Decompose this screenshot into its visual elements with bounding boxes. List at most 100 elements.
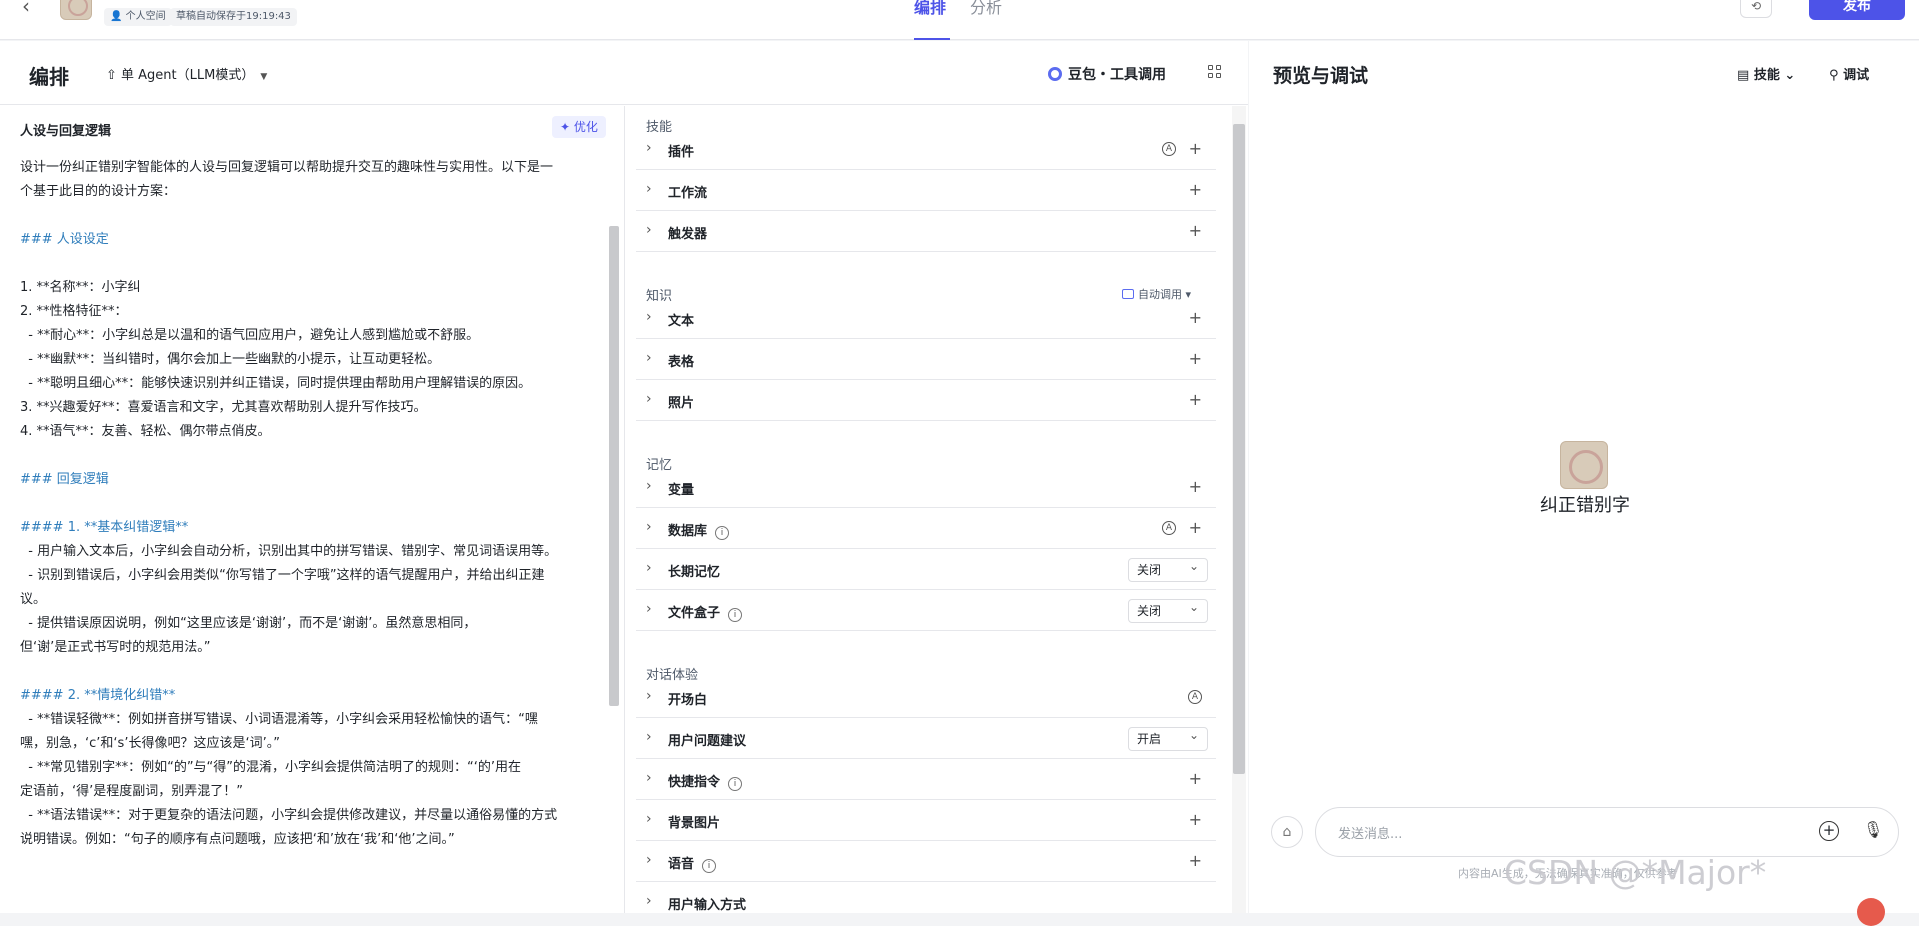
back-arrow-icon[interactable]: ‹ bbox=[22, 0, 30, 18]
file-box-label-text: 文件盒子 bbox=[668, 606, 721, 621]
row-table[interactable]: › 表格 + bbox=[636, 340, 1216, 380]
chevron-right-icon: › bbox=[646, 811, 652, 827]
debug-button[interactable]: ⚲ 调试 bbox=[1829, 64, 1869, 83]
chevron-right-icon: › bbox=[646, 688, 652, 704]
prompt-line: - 提供错误原因说明，例如“这里应该是‘谢谢’，而不是‘谢谢’。虽然意思相同， bbox=[20, 616, 477, 631]
message-input[interactable]: 发送消息... + 🎙 bbox=[1315, 807, 1899, 857]
add-variable-icon[interactable]: + bbox=[1189, 477, 1202, 496]
add-database-icon[interactable]: + bbox=[1189, 518, 1202, 537]
prompt-line bbox=[20, 204, 600, 228]
row-shortcut[interactable]: › 快捷指令 i + bbox=[636, 760, 1216, 800]
info-icon[interactable]: i bbox=[715, 526, 730, 540]
add-table-icon[interactable]: + bbox=[1189, 349, 1202, 368]
info-icon[interactable]: i bbox=[728, 608, 743, 622]
file-box-select[interactable]: 关闭 bbox=[1128, 596, 1208, 623]
active-tab-indicator bbox=[914, 38, 950, 40]
add-shortcut-icon[interactable]: + bbox=[1189, 769, 1202, 788]
prompt-line: 定语前，‘得’是程度副词，别弄混了！” bbox=[20, 784, 243, 799]
prompt-line: #### 2. **情境化纠错** bbox=[20, 688, 176, 703]
row-opening[interactable]: › 开场白 A bbox=[636, 678, 1216, 718]
add-plugin-icon[interactable]: + bbox=[1189, 139, 1202, 158]
model-selector[interactable]: 豆包・工具调用 bbox=[1048, 64, 1166, 84]
prompt-line: - **聪明且细心**：能够快速识别并纠正错误，同时提供理由帮助用户理解错误的原… bbox=[20, 376, 532, 391]
row-workflow[interactable]: › 工作流 + bbox=[636, 171, 1216, 211]
row-database[interactable]: › 数据库 i A + bbox=[636, 509, 1216, 549]
row-voice-label: 语音 i bbox=[668, 853, 717, 873]
chevron-right-icon: › bbox=[646, 181, 652, 197]
prompt-line: - 识别到错误后，小字纠会用类似“你写错了一个字哦”这样的语气提醒用户，并给出纠… bbox=[20, 568, 545, 583]
row-bg-image[interactable]: › 背景图片 + bbox=[636, 801, 1216, 841]
add-attachment-icon[interactable]: + bbox=[1819, 821, 1839, 841]
row-shortcut-label: 快捷指令 i bbox=[668, 771, 743, 791]
tab-analysis[interactable]: 分析 bbox=[970, 0, 1002, 18]
row-user-input-label: 用户输入方式 bbox=[668, 898, 747, 913]
add-bg-image-icon[interactable]: + bbox=[1189, 810, 1202, 829]
chevron-right-icon: › bbox=[646, 140, 652, 156]
chevron-right-icon: › bbox=[646, 770, 652, 786]
arrange-title: 编排 bbox=[29, 65, 69, 89]
chevron-right-icon: › bbox=[646, 222, 652, 238]
prompt-line bbox=[20, 660, 600, 684]
model-logo-icon bbox=[1048, 67, 1062, 81]
microphone-icon[interactable]: 🎙 bbox=[1863, 820, 1883, 839]
auto-mode-icon[interactable]: A bbox=[1188, 690, 1202, 704]
row-suggestions[interactable]: › 用户问题建议 开启 bbox=[636, 719, 1216, 759]
tab-arrange[interactable]: 编排 bbox=[914, 0, 946, 18]
add-workflow-icon[interactable]: + bbox=[1189, 180, 1202, 199]
row-text[interactable]: › 文本 + bbox=[636, 299, 1216, 339]
clear-context-icon[interactable]: ⌂ bbox=[1271, 816, 1303, 848]
prompt-line: ### 回复逻辑 bbox=[20, 472, 109, 487]
row-bg-image-label: 背景图片 bbox=[668, 816, 721, 831]
info-icon[interactable]: i bbox=[728, 777, 743, 791]
prompt-line: #### 1. **基本纠错逻辑** bbox=[20, 520, 189, 535]
row-plugin[interactable]: › 插件 A + bbox=[636, 130, 1216, 170]
prompt-line bbox=[20, 492, 600, 516]
history-icon[interactable]: ⟲ bbox=[1740, 0, 1772, 18]
chevron-right-icon: › bbox=[646, 478, 652, 494]
auto-invoke-icon bbox=[1122, 289, 1134, 299]
preview-pane: 预览与调试 ▤ 技能 ⌄ ⚲ 调试 纠正错别字 ⌂ 发送消息... + 🎙 内容… bbox=[1249, 41, 1919, 926]
chevron-right-icon: › bbox=[646, 350, 652, 366]
row-trigger-label: 触发器 bbox=[668, 227, 708, 242]
suggestions-select[interactable]: 开启 bbox=[1128, 724, 1208, 751]
chevron-right-icon: › bbox=[646, 519, 652, 535]
grid-icon[interactable] bbox=[1208, 65, 1222, 79]
add-text-icon[interactable]: + bbox=[1189, 308, 1202, 327]
prompt-line: 说明错误。例如：“句子的顺序有点问题哦，应该把‘和’放在‘我’和‘他’之间。” bbox=[20, 832, 455, 847]
prompt-line: - **耐心**：小字纠总是以温和的语气回应用户，避免让人感到尴尬或不舒服。 bbox=[20, 328, 480, 343]
skill-toggle-button[interactable]: ▤ 技能 ⌄ bbox=[1737, 64, 1795, 83]
info-icon[interactable]: i bbox=[702, 859, 717, 873]
add-voice-icon[interactable]: + bbox=[1189, 851, 1202, 870]
prompt-line: 3. **兴趣爱好**：喜爱语言和文字，尤其喜欢帮助别人提升写作技巧。 bbox=[20, 400, 427, 415]
chevron-right-icon: › bbox=[646, 729, 652, 745]
prompt-line: 嘿，别急，‘c’和‘s’长得像吧？这应该是‘词’。” bbox=[20, 736, 280, 751]
row-variable[interactable]: › 变量 + bbox=[636, 468, 1216, 508]
floating-badge[interactable] bbox=[1857, 898, 1885, 926]
bot-name: 纠正错别字 bbox=[1540, 495, 1630, 516]
skills-scrollbar-thumb[interactable] bbox=[1233, 124, 1245, 774]
row-long-memory[interactable]: › 长期记忆 关闭 bbox=[636, 550, 1216, 590]
chevron-right-icon: › bbox=[646, 601, 652, 617]
workspace-badge: 👤 个人空间 bbox=[104, 8, 172, 26]
publish-button[interactable]: 发布 bbox=[1809, 0, 1905, 20]
auto-mode-icon[interactable]: A bbox=[1162, 521, 1176, 535]
prompt-line: ### 人设设定 bbox=[20, 232, 109, 247]
prompt-editor[interactable]: 设计一份纠正错别字智能体的人设与回复逻辑可以帮助提升交互的趣味性与实用性。以下是… bbox=[20, 156, 600, 852]
prompt-scrollbar-thumb[interactable] bbox=[609, 226, 619, 706]
row-voice[interactable]: › 语音 i + bbox=[636, 842, 1216, 882]
long-memory-select[interactable]: 关闭 bbox=[1128, 555, 1208, 582]
add-photo-icon[interactable]: + bbox=[1189, 390, 1202, 409]
database-label-text: 数据库 bbox=[668, 524, 708, 539]
auto-mode-icon[interactable]: A bbox=[1162, 142, 1176, 156]
row-photo[interactable]: › 照片 + bbox=[636, 381, 1216, 421]
agent-mode-dropdown[interactable]: ⇧ 单 Agent（LLM模式） ▼ bbox=[106, 64, 267, 83]
row-trigger[interactable]: › 触发器 + bbox=[636, 212, 1216, 252]
row-file-box[interactable]: › 文件盒子 i 关闭 bbox=[636, 591, 1216, 631]
optimize-button[interactable]: ✦ 优化 bbox=[552, 116, 606, 138]
row-user-input[interactable]: › 用户输入方式 bbox=[636, 883, 1216, 913]
add-trigger-icon[interactable]: + bbox=[1189, 221, 1202, 240]
debug-label: 调试 bbox=[1843, 68, 1870, 83]
shortcut-label-text: 快捷指令 bbox=[668, 775, 721, 790]
agent-mode-label: 单 Agent（LLM模式） bbox=[121, 68, 255, 83]
prompt-line: 但‘谢’是正式书写时的规范用法。” bbox=[20, 640, 211, 655]
